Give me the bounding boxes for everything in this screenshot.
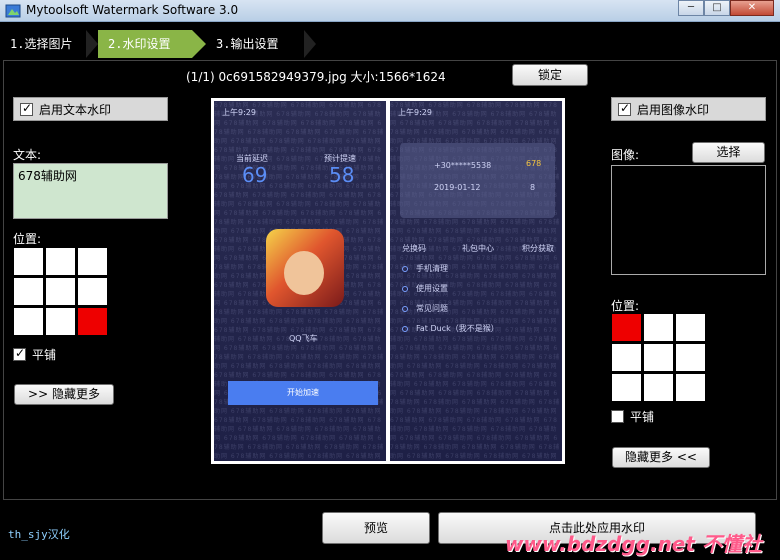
position-cell-top-right[interactable] (676, 314, 705, 341)
stat-value: 58 (329, 163, 355, 187)
image-label: 图像: (611, 148, 640, 162)
action-redeem: 兑换码 (402, 244, 426, 253)
app-window: Mytoolsoft Watermark Software 3.0 ─ □ ✕ … (0, 0, 780, 560)
tab-select-images[interactable]: 1.选择图片 (0, 30, 88, 58)
position-cell-middle-right[interactable] (78, 278, 107, 305)
action-gift-center: 礼包中心 (462, 244, 494, 253)
phone-time: 上午9:29 (398, 108, 432, 117)
app-icon (5, 4, 21, 18)
image-position-grid (612, 314, 705, 401)
minimize-button[interactable]: ─ (678, 0, 704, 16)
tab-label: 2.水印设置 (108, 37, 171, 51)
user-phone: +30*****5538 (434, 161, 492, 170)
position-cell-top-right[interactable] (78, 248, 107, 275)
menu-icon (402, 305, 408, 312)
title-bar: Mytoolsoft Watermark Software 3.0 ─ □ ✕ (0, 0, 780, 22)
step-arrow (304, 30, 316, 58)
text-label: 文本: (13, 148, 42, 162)
phone-time: 上午9:29 (222, 108, 256, 117)
step-arrow (86, 30, 98, 58)
position-cell-middle-center[interactable] (46, 278, 75, 305)
preview-button[interactable]: 预览 (322, 512, 430, 544)
position-cell-bottom-left[interactable] (14, 308, 43, 335)
translator-credit: th_sjy汉化 (8, 528, 70, 541)
menu-label: 常见问题 (416, 304, 448, 313)
checkbox-icon (13, 346, 26, 361)
text-position-label: 位置: (13, 232, 42, 246)
tab-label: 3.输出设置 (216, 37, 279, 51)
coin-badge: 678 (526, 159, 542, 168)
game-icon (266, 229, 344, 307)
menu-item: Fat Duck（我不是猴） (402, 323, 499, 334)
wizard-steps: 1.选择图片 2.水印设置 3.输出设置 (0, 30, 780, 58)
position-cell-top-left[interactable] (612, 314, 641, 341)
checkbox-label: 启用文本水印 (39, 102, 112, 117)
coin-count: 8 (530, 183, 536, 192)
position-cell-bottom-left[interactable] (612, 374, 641, 401)
image-tile-checkbox[interactable]: 平铺 (611, 408, 654, 425)
watermark-text-input[interactable]: 678辅助网 (13, 163, 168, 219)
watermark-image-box[interactable] (611, 165, 766, 275)
step-arrow (192, 30, 206, 58)
tab-label: 1.选择图片 (10, 37, 73, 51)
user-date: 2019-01-12 (434, 183, 481, 192)
preview-image: 678辅助网 678辅助网 678辅助网 678辅助网 678辅助网 678辅助… (211, 98, 565, 464)
game-character (284, 251, 324, 295)
preview-phone-right: 678辅助网 678辅助网 678辅助网 678辅助网 678辅助网 678辅助… (390, 101, 562, 461)
position-cell-top-center[interactable] (46, 248, 75, 275)
maximize-button[interactable]: □ (704, 0, 730, 16)
menu-icon (402, 325, 408, 332)
window-controls: ─ □ ✕ (678, 0, 774, 18)
position-cell-top-left[interactable] (14, 248, 43, 275)
enable-image-watermark-checkbox[interactable]: 启用图像水印 (611, 97, 766, 121)
profile-card (400, 143, 555, 218)
checkbox-icon (611, 410, 624, 423)
preview-phone-left: 678辅助网 678辅助网 678辅助网 678辅助网 678辅助网 678辅助… (214, 101, 386, 461)
close-button[interactable]: ✕ (730, 0, 774, 16)
lock-button[interactable]: 锁定 (512, 64, 588, 86)
position-cell-middle-left[interactable] (612, 344, 641, 371)
menu-label: Fat Duck（我不是猴） (416, 324, 499, 333)
image-toggle-more-button[interactable]: 隐藏更多 << (612, 447, 710, 468)
checkbox-icon (618, 101, 631, 116)
file-info: (1/1) 0c691582949379.jpg 大小:1566*1624 (186, 70, 446, 84)
position-cell-middle-left[interactable] (14, 278, 43, 305)
tab-output-settings[interactable]: 3.输出设置 (206, 30, 306, 58)
game-name: QQ飞车 (289, 334, 318, 343)
menu-item: 使用设置 (402, 283, 448, 294)
start-boost-button: 开始加速 (228, 381, 378, 405)
position-cell-bottom-right[interactable] (78, 308, 107, 335)
text-tile-checkbox[interactable]: 平铺 (13, 346, 56, 363)
position-cell-top-center[interactable] (644, 314, 673, 341)
site-watermark: www.bdzdgg.net 不懂社区 (505, 532, 762, 556)
tab-watermark-settings[interactable]: 2.水印设置 (98, 30, 192, 58)
choose-image-button[interactable]: 选择 (692, 142, 765, 163)
position-cell-bottom-center[interactable] (644, 374, 673, 401)
menu-item: 手机清理 (402, 263, 448, 274)
menu-icon (402, 265, 408, 272)
menu-label: 使用设置 (416, 284, 448, 293)
window-title: Mytoolsoft Watermark Software 3.0 (26, 3, 239, 17)
checkbox-label: 平铺 (630, 410, 655, 424)
enable-text-watermark-checkbox[interactable]: 启用文本水印 (13, 97, 168, 121)
action-earn-points: 积分获取 (522, 244, 554, 253)
menu-label: 手机清理 (416, 264, 448, 273)
menu-item: 常见问题 (402, 303, 448, 314)
image-position-label: 位置: (611, 299, 640, 313)
text-position-grid (14, 248, 107, 335)
menu-icon (402, 285, 408, 292)
position-cell-bottom-right[interactable] (676, 374, 705, 401)
checkbox-icon (20, 101, 33, 116)
stat-value: 69 (242, 163, 268, 187)
checkbox-label: 启用图像水印 (637, 102, 710, 117)
position-cell-middle-center[interactable] (644, 344, 673, 371)
position-cell-bottom-center[interactable] (46, 308, 75, 335)
checkbox-label: 平铺 (32, 348, 57, 362)
text-toggle-more-button[interactable]: >> 隐藏更多 (14, 384, 114, 405)
position-cell-middle-right[interactable] (676, 344, 705, 371)
